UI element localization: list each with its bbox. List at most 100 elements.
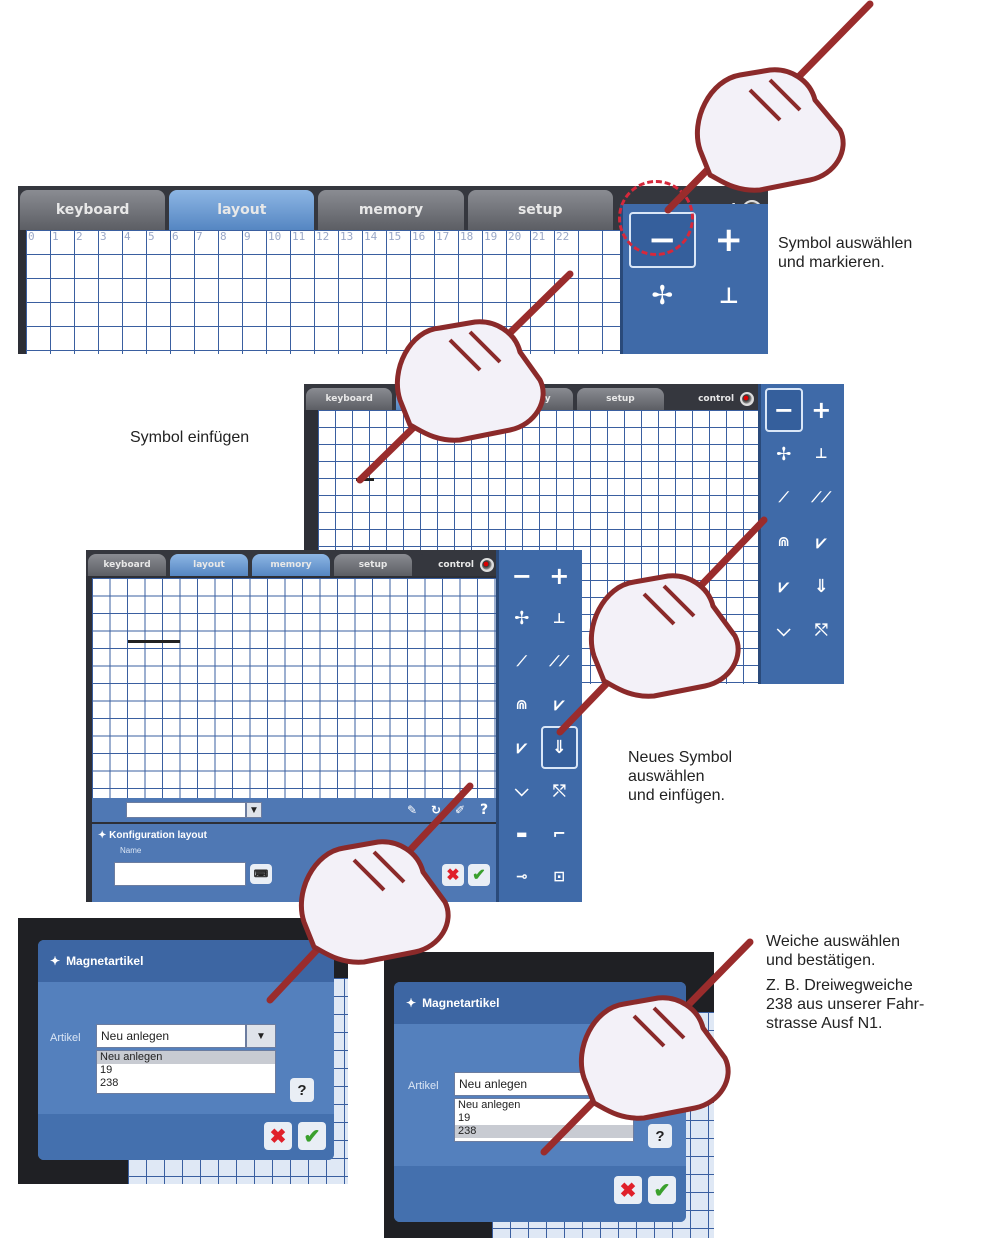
placed-straight-track <box>128 640 180 643</box>
tab-label: layout <box>193 560 225 570</box>
grid-column-number: 10 <box>268 230 282 243</box>
name-field[interactable] <box>114 862 246 886</box>
control-knob-icon <box>480 558 494 572</box>
tab-label: keyboard <box>103 560 151 570</box>
tab-keyboard[interactable]: keyboard <box>20 190 166 230</box>
artikel-label: Artikel <box>408 1080 439 1092</box>
tab-control[interactable]: control <box>667 388 759 410</box>
list-item[interactable]: 238 <box>97 1077 275 1090</box>
config-title-text: Konfiguration layout <box>109 830 207 841</box>
grid-column-number: 22 <box>556 230 570 243</box>
caption-step3: Neues Symbol auswählen und einfügen. <box>628 749 733 804</box>
grid-column-number: 7 <box>196 230 203 243</box>
ok-button[interactable]: ✔ <box>648 1176 676 1204</box>
symbol-crossing[interactable]: ✢ <box>629 268 696 324</box>
grid-column-number: 17 <box>436 230 450 243</box>
grid-column-number: 5 <box>148 230 155 243</box>
tab-control[interactable]: control <box>416 554 498 576</box>
hand-stylus-icon <box>556 516 768 736</box>
grid-column-number: 18 <box>460 230 474 243</box>
tab-label: setup <box>606 394 635 404</box>
cancel-button[interactable]: ✖ <box>264 1122 292 1150</box>
symbol-switch-left[interactable]: ⩗ <box>803 520 841 564</box>
caption-step2: Symbol einfügen <box>130 429 250 446</box>
caption-step4b: Z. B. Dreiwegweiche 238 aus unserer Fahr… <box>766 977 925 1032</box>
tab-setup[interactable]: setup <box>467 190 613 230</box>
symbol-buffer[interactable]: ▬ <box>503 812 541 855</box>
grid-column-number: 16 <box>412 230 426 243</box>
dialog-title: Magnetartikel <box>66 954 144 968</box>
ok-button[interactable]: ✔ <box>298 1122 326 1150</box>
symbol-double-slip[interactable]: ⤲ <box>541 769 579 812</box>
tab-bar: keyboard layout memory setup control <box>86 550 500 576</box>
grid-column-number: 13 <box>340 230 354 243</box>
tab-label: setup <box>517 202 563 218</box>
grid-column-number: 14 <box>364 230 378 243</box>
symbol-uncoupler[interactable]: ⌐ <box>541 812 579 855</box>
grid-column-number: 11 <box>292 230 306 243</box>
chevron-down-icon[interactable]: ▼ <box>246 1024 276 1048</box>
grid-column-number: 0 <box>28 230 35 243</box>
symbol-straight-selected[interactable]: − <box>765 388 803 432</box>
wrench-icon: ✦ <box>50 954 61 968</box>
tab-label: keyboard <box>55 202 130 218</box>
tab-label: memory <box>358 202 424 218</box>
symbol-double-slip[interactable]: ⤲ <box>803 608 841 652</box>
layout-select[interactable] <box>126 802 246 818</box>
list-item[interactable]: Neu anlegen <box>97 1051 275 1064</box>
symbol-contact[interactable]: ⊸ <box>503 855 541 898</box>
symbol-curve[interactable]: ⌵ <box>503 769 541 812</box>
tab-memory[interactable]: memory <box>252 554 330 576</box>
symbol-straight[interactable]: − <box>503 554 541 597</box>
symbol-crossing[interactable]: ✢ <box>765 432 803 476</box>
grid-column-number: 21 <box>532 230 546 243</box>
control-knob-icon <box>740 392 755 406</box>
grid-column-number: 9 <box>244 230 251 243</box>
artikel-label: Artikel <box>50 1032 81 1044</box>
hand-stylus-icon <box>266 782 474 1004</box>
symbol-double-diagonal[interactable]: ⟋⟋ <box>803 476 841 520</box>
artikel-select[interactable]: Neu anlegen <box>96 1024 246 1048</box>
symbol-block[interactable]: ⊡ <box>541 855 579 898</box>
symbol-diagonal[interactable]: ⟋ <box>503 640 541 683</box>
help-button[interactable]: ? <box>290 1078 314 1102</box>
symbol-end[interactable]: ⊥ <box>803 432 841 476</box>
artikel-select-value: Neu anlegen <box>101 1029 170 1043</box>
tab-keyboard[interactable]: keyboard <box>88 554 166 576</box>
tab-setup[interactable]: setup <box>334 554 412 576</box>
tab-label: memory <box>270 560 312 570</box>
tab-layout[interactable]: layout <box>170 554 248 576</box>
tab-label: control <box>698 394 735 404</box>
grid-column-number: 19 <box>484 230 498 243</box>
symbol-end[interactable]: ⊥ <box>696 268 763 324</box>
tab-setup[interactable]: setup <box>577 388 664 410</box>
caption-step4a: Weiche auswählen und bestätigen. <box>766 933 901 969</box>
hand-stylus-icon <box>540 938 754 1156</box>
artikel-dropdown-list: Neu anlegen 19 238 <box>96 1050 276 1094</box>
grid-column-number: 1 <box>52 230 59 243</box>
grid-column-number: 3 <box>100 230 107 243</box>
symbol-signal[interactable]: ⋒ <box>503 683 541 726</box>
name-label: Name <box>120 846 142 855</box>
layout-grid[interactable] <box>92 578 496 798</box>
grid-column-number: 8 <box>220 230 227 243</box>
tab-label: control <box>438 560 474 570</box>
tab-label: layout <box>217 202 267 218</box>
hand-stylus-icon <box>664 0 874 214</box>
tab-label: setup <box>358 560 388 570</box>
artikel-select-value: Neu anlegen <box>459 1077 528 1091</box>
hand-stylus-icon <box>356 270 574 484</box>
symbol-switch-right[interactable]: ⩗ <box>503 726 541 769</box>
list-item[interactable]: 19 <box>97 1064 275 1077</box>
tab-layout[interactable]: layout <box>169 190 315 230</box>
grid-column-number: 2 <box>76 230 83 243</box>
grid-column-number: 12 <box>316 230 330 243</box>
cancel-button[interactable]: ✖ <box>614 1176 642 1204</box>
grid-column-number: 4 <box>124 230 131 243</box>
symbol-cross[interactable]: + <box>803 388 841 432</box>
grid-column-number: 15 <box>388 230 402 243</box>
symbol-three-way[interactable]: ⇓ <box>803 564 841 608</box>
symbol-diagonal[interactable]: ⟋ <box>765 476 803 520</box>
tab-memory[interactable]: memory <box>318 190 464 230</box>
symbol-crossing[interactable]: ✢ <box>503 597 541 640</box>
